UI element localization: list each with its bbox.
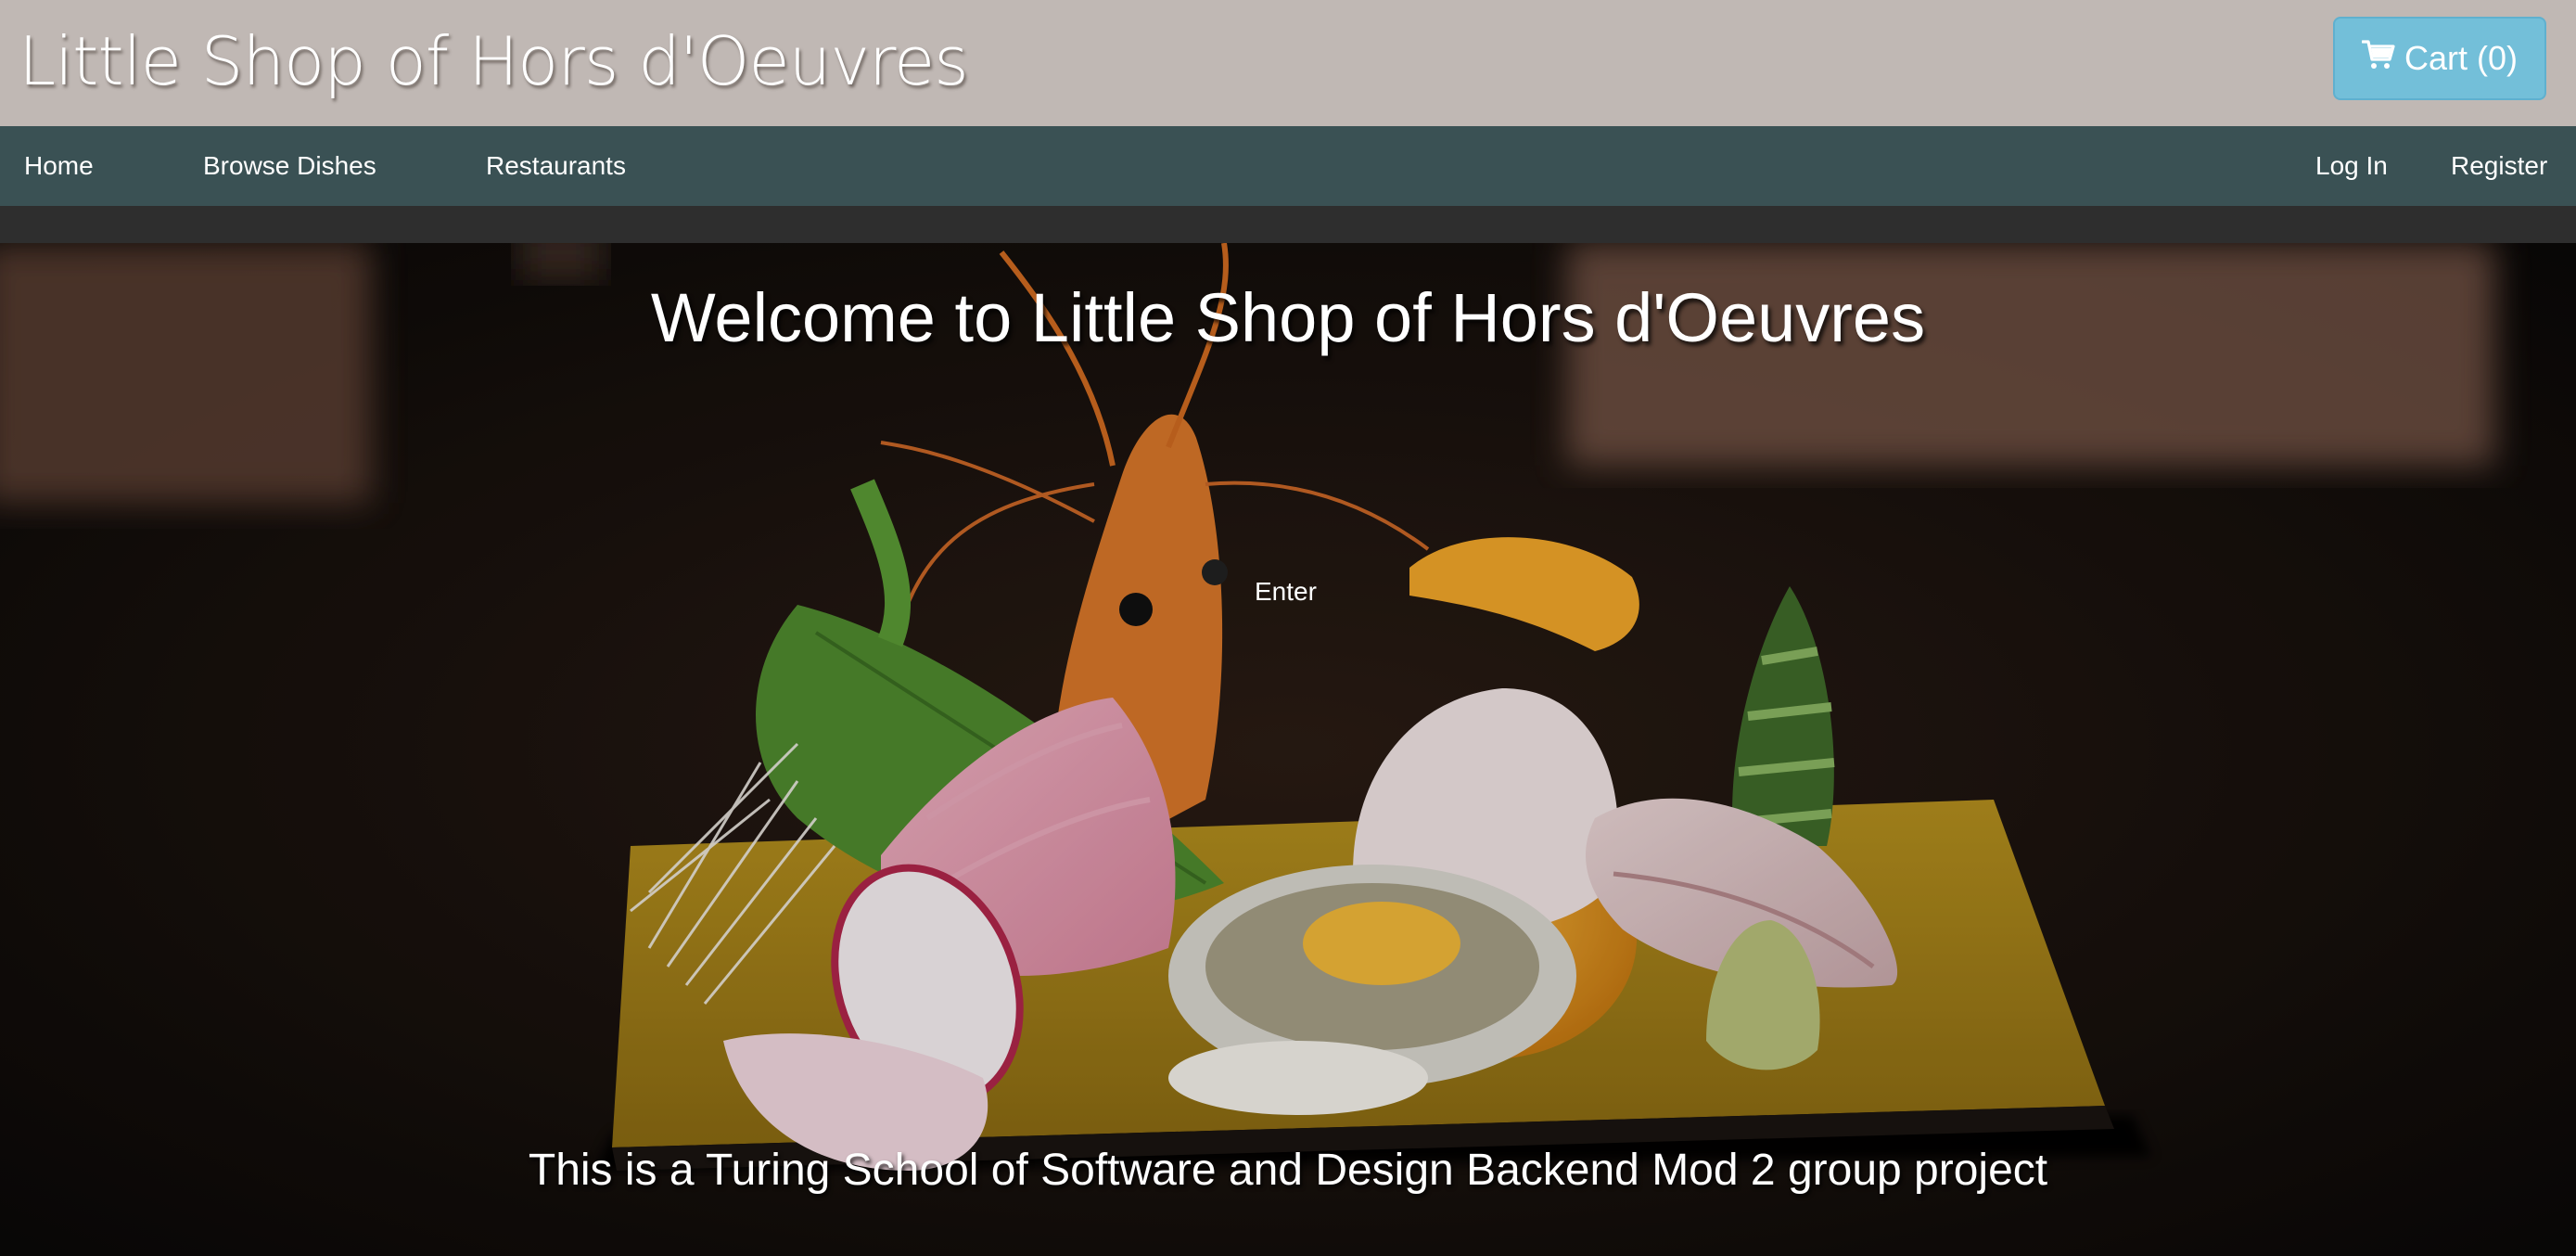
nav-browse-dishes-link[interactable]: Browse Dishes bbox=[203, 126, 376, 206]
top-header: Little Shop of Hors d'Oeuvres Cart (0) bbox=[0, 0, 2576, 126]
hero-background-image bbox=[0, 243, 2576, 1256]
cart-button[interactable]: Cart (0) bbox=[2333, 17, 2546, 100]
header-divider-strip bbox=[0, 206, 2576, 243]
nav-login-link[interactable]: Log In bbox=[2315, 126, 2388, 206]
hero-subtitle: This is a Turing School of Software and … bbox=[528, 1146, 2048, 1195]
cart-label: Cart (0) bbox=[2404, 39, 2518, 77]
site-brand-logo[interactable]: Little Shop of Hors d'Oeuvres bbox=[19, 22, 969, 100]
nav-home-link[interactable]: Home bbox=[24, 126, 94, 206]
hero-section: Welcome to Little Shop of Hors d'Oeuvres… bbox=[0, 243, 2576, 1256]
hero-title: Welcome to Little Shop of Hors d'Oeuvres bbox=[650, 279, 1926, 356]
nav-restaurants-link[interactable]: Restaurants bbox=[486, 126, 626, 206]
enter-link[interactable]: Enter bbox=[1255, 577, 1317, 607]
main-navbar: Home Browse Dishes Restaurants Log In Re… bbox=[0, 126, 2576, 206]
nav-register-link[interactable]: Register bbox=[2451, 126, 2547, 206]
shopping-cart-icon bbox=[2361, 39, 2395, 79]
